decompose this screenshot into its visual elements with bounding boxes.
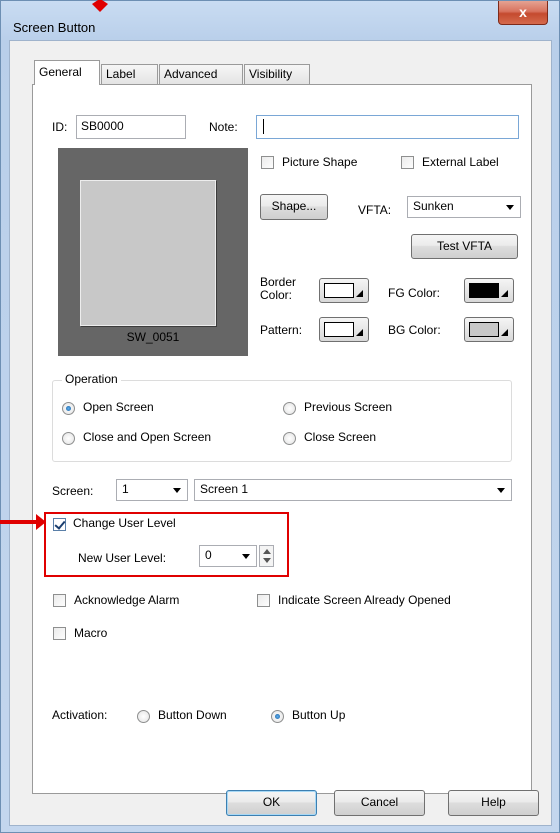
- indicate-screen-opened-label: Indicate Screen Already Opened: [278, 593, 451, 607]
- help-button[interactable]: Help: [448, 790, 539, 816]
- new-user-level-label: New User Level:: [78, 551, 167, 565]
- tab-label[interactable]: Label: [101, 64, 158, 84]
- note-label: Note:: [209, 120, 238, 134]
- chevron-down-icon: [242, 554, 250, 559]
- fg-color-button[interactable]: [464, 278, 514, 303]
- spin-up-icon[interactable]: [263, 549, 271, 554]
- tab-visibility-label: Visibility: [249, 67, 293, 81]
- id-field[interactable]: SB0000: [76, 115, 186, 139]
- dropdown-triangle-icon: [356, 290, 363, 297]
- border-color-button[interactable]: [319, 278, 369, 303]
- radio-close-screen[interactable]: [283, 432, 296, 445]
- radio-button-down[interactable]: [137, 710, 150, 723]
- screen-name-select[interactable]: Screen 1: [194, 479, 512, 501]
- vfta-select[interactable]: Sunken: [407, 196, 521, 218]
- tab-advanced[interactable]: Advanced: [159, 64, 243, 84]
- vfta-value: Sunken: [413, 199, 454, 213]
- dropdown-triangle-icon: [501, 290, 508, 297]
- fg-color-label: FG Color:: [388, 286, 441, 300]
- acknowledge-alarm-label: Acknowledge Alarm: [74, 593, 180, 607]
- bg-color-swatch: [469, 322, 499, 337]
- window-title: Screen Button: [13, 20, 96, 35]
- close-screen-label: Close Screen: [304, 430, 377, 444]
- external-label-checkbox[interactable]: [401, 156, 414, 169]
- button-down-label: Button Down: [158, 708, 227, 722]
- bg-color-button[interactable]: [464, 317, 514, 342]
- tab-general-label: General: [39, 65, 82, 79]
- note-field[interactable]: [256, 115, 519, 139]
- annotation-arrow-top: [92, 0, 108, 12]
- acknowledge-alarm-checkbox[interactable]: [53, 594, 66, 607]
- screen-number-value: 1: [122, 482, 129, 496]
- operation-group-title: Operation: [62, 372, 121, 386]
- change-user-level-checkbox[interactable]: [53, 518, 66, 531]
- radio-close-and-open-screen[interactable]: [62, 432, 75, 445]
- bg-color-label: BG Color:: [388, 323, 441, 337]
- radio-button-up[interactable]: [271, 710, 284, 723]
- tab-label-label: Label: [106, 67, 136, 81]
- screen-label: Screen:: [52, 484, 94, 498]
- new-user-level-select[interactable]: 0: [199, 545, 257, 567]
- macro-checkbox[interactable]: [53, 627, 66, 640]
- close-and-open-screen-label: Close and Open Screen: [83, 430, 212, 444]
- tab-visibility[interactable]: Visibility: [244, 64, 310, 84]
- external-label-label: External Label: [422, 155, 499, 169]
- screen-number-select[interactable]: 1: [116, 479, 188, 501]
- dropdown-triangle-icon: [356, 329, 363, 336]
- picture-shape-label: Picture Shape: [282, 155, 358, 169]
- id-label: ID:: [52, 120, 68, 134]
- change-user-level-label: Change User Level: [73, 516, 176, 530]
- dropdown-triangle-icon: [501, 329, 508, 336]
- chevron-down-icon: [506, 205, 514, 210]
- close-button[interactable]: x: [498, 1, 548, 25]
- indicate-screen-opened-checkbox[interactable]: [257, 594, 270, 607]
- fg-color-swatch: [469, 283, 499, 298]
- preview-label: SW_0051: [126, 330, 180, 344]
- ok-button[interactable]: OK: [226, 790, 317, 816]
- button-up-label: Button Up: [292, 708, 346, 722]
- vfta-label: VFTA:: [358, 203, 392, 217]
- pattern-swatch: [324, 322, 354, 337]
- cancel-button[interactable]: Cancel: [334, 790, 425, 816]
- annotation-arrow-icon: [36, 514, 46, 530]
- chevron-down-icon: [497, 488, 505, 493]
- new-user-level-value: 0: [205, 548, 212, 562]
- radio-previous-screen[interactable]: [283, 402, 296, 415]
- text-cursor: [263, 119, 264, 134]
- button-preview: SW_0051: [58, 148, 248, 356]
- new-user-level-spinner[interactable]: [259, 545, 274, 567]
- title-bar[interactable]: Screen Button x: [1, 1, 559, 39]
- previous-screen-label: Previous Screen: [304, 400, 393, 414]
- preview-button-shape: [80, 180, 216, 326]
- border-color-label-line2: Color:: [260, 288, 293, 302]
- annotation-arrow-shaft: [0, 520, 38, 524]
- activation-label: Activation:: [52, 708, 108, 722]
- screen-name-value: Screen 1: [200, 482, 249, 496]
- picture-shape-checkbox[interactable]: [261, 156, 274, 169]
- spin-down-icon[interactable]: [263, 558, 271, 563]
- macro-label: Macro: [74, 626, 108, 640]
- radio-open-screen[interactable]: [62, 402, 75, 415]
- tab-general[interactable]: General: [34, 60, 100, 85]
- shape-button[interactable]: Shape...: [260, 194, 328, 220]
- tab-advanced-label: Advanced: [164, 67, 218, 81]
- operation-group: [52, 380, 512, 462]
- open-screen-label: Open Screen: [83, 400, 154, 414]
- border-color-swatch: [324, 283, 354, 298]
- pattern-label: Pattern:: [260, 323, 303, 337]
- chevron-down-icon: [173, 488, 181, 493]
- pattern-button[interactable]: [319, 317, 369, 342]
- test-vfta-button[interactable]: Test VFTA: [411, 234, 518, 259]
